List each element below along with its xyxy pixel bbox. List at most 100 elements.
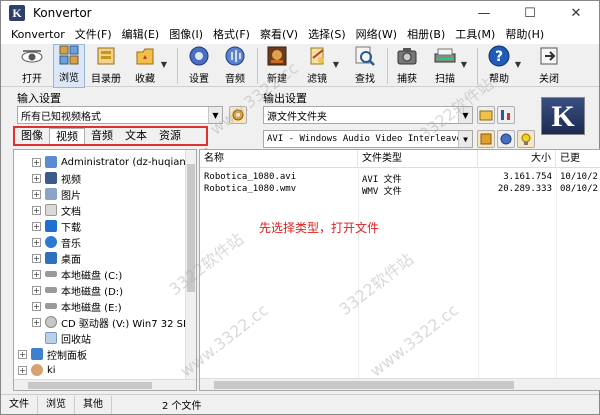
expand-icon[interactable]: + bbox=[32, 157, 41, 167]
tree-item[interactable]: + 本地磁盘 (D:) bbox=[32, 282, 123, 298]
column-type[interactable]: 文件类型 bbox=[358, 150, 478, 168]
capture-button[interactable]: 捕获 bbox=[393, 44, 421, 88]
tree-item[interactable]: + 音乐 bbox=[32, 234, 81, 250]
codec-options-button[interactable] bbox=[477, 130, 495, 148]
expand-icon[interactable]: + bbox=[32, 237, 41, 247]
filter-dropdown-arrow[interactable]: ▼ bbox=[333, 60, 339, 69]
expand-icon[interactable]: + bbox=[18, 349, 27, 359]
menu-edit[interactable]: 编辑(E) bbox=[122, 26, 160, 42]
status-tab-browse[interactable]: 浏览 bbox=[38, 395, 75, 414]
find-button[interactable]: 查找 bbox=[351, 44, 379, 88]
audio-button[interactable]: 音频 bbox=[221, 44, 249, 88]
output-folder-pick-button[interactable] bbox=[497, 106, 515, 124]
table-row[interactable]: Robotica_1080.avi AVI 文件 3.161.754 10/10… bbox=[200, 172, 600, 185]
tree-item[interactable]: + 本地磁盘 (E:) bbox=[32, 298, 122, 314]
menu-select[interactable]: 选择(S) bbox=[308, 26, 346, 42]
maximize-button[interactable]: ☐ bbox=[507, 1, 553, 25]
help-button[interactable]: ? 帮助 ▼ bbox=[485, 44, 521, 88]
expand-icon[interactable]: + bbox=[32, 253, 41, 263]
tree-item[interactable]: + 文档 bbox=[32, 202, 81, 218]
file-list-horizontal-scrollbar[interactable] bbox=[200, 378, 600, 390]
tab-video[interactable]: 视频 bbox=[49, 128, 85, 144]
tab-image[interactable]: 图像 bbox=[15, 128, 49, 144]
exit-button[interactable]: 关闭 bbox=[535, 44, 563, 88]
menu-image[interactable]: 图像(I) bbox=[169, 26, 203, 42]
tree-item[interactable]: 回收站 bbox=[32, 330, 91, 346]
menu-view[interactable]: 察看(V) bbox=[260, 26, 298, 42]
column-modified[interactable]: 已更 bbox=[556, 150, 600, 168]
tree-item[interactable]: + 图片 bbox=[32, 186, 81, 202]
bulb-icon bbox=[521, 133, 531, 145]
search-icon bbox=[353, 44, 377, 68]
settings-button[interactable]: 设置 bbox=[185, 44, 213, 88]
minimize-button[interactable]: — bbox=[461, 1, 507, 25]
status-tab-other[interactable]: 其他 bbox=[75, 395, 112, 414]
expand-icon[interactable]: + bbox=[32, 221, 41, 231]
hard-drive-icon bbox=[45, 271, 57, 277]
input-format-select[interactable]: 所有已知视频格式 ▼ bbox=[17, 106, 223, 124]
user-icon bbox=[31, 364, 43, 376]
expand-icon[interactable]: + bbox=[32, 301, 41, 311]
status-tab-files[interactable]: 文件 bbox=[1, 395, 38, 414]
menu-file[interactable]: 文件(F) bbox=[75, 26, 112, 42]
catalog-button[interactable]: 目录册 bbox=[89, 44, 123, 88]
table-row[interactable]: Robotica_1080.wmv WMV 文件 20.289.333 08/1… bbox=[200, 184, 600, 197]
scrollbar-thumb[interactable] bbox=[187, 164, 195, 292]
expand-icon[interactable]: + bbox=[32, 205, 41, 215]
tree-item[interactable]: + CD 驱动器 (V:) Win7 32 SP1 bbox=[32, 314, 195, 330]
menu-format[interactable]: 格式(F) bbox=[213, 26, 250, 42]
input-options-button[interactable] bbox=[229, 106, 247, 124]
new-button[interactable]: 新建 bbox=[263, 44, 291, 88]
tree-horizontal-scrollbar[interactable] bbox=[14, 379, 196, 390]
expand-icon[interactable]: + bbox=[32, 173, 41, 183]
annotation-note: 先选择类型，打开文件 bbox=[259, 221, 380, 235]
expand-icon[interactable]: + bbox=[32, 285, 41, 295]
tree-item[interactable]: + 本地磁盘 (C:) bbox=[32, 266, 122, 282]
tree-item[interactable]: + 桌面 bbox=[32, 250, 81, 266]
hard-drive-icon bbox=[45, 287, 57, 293]
expand-icon[interactable]: + bbox=[32, 269, 41, 279]
favorites-dropdown-arrow[interactable]: ▼ bbox=[161, 60, 167, 69]
tree-item[interactable]: + 下载 bbox=[32, 218, 81, 234]
menu-konvertor[interactable]: Konvertor bbox=[11, 28, 65, 41]
menu-album[interactable]: 相册(B) bbox=[407, 26, 445, 42]
favorites-button[interactable]: 收藏 ▼ bbox=[131, 44, 167, 88]
tab-text[interactable]: 文本 bbox=[119, 128, 153, 144]
output-folder-select[interactable]: 源文件文件夹 ▼ bbox=[263, 106, 473, 124]
browse-button[interactable]: 浏览 bbox=[53, 44, 85, 88]
menu-network[interactable]: 网络(W) bbox=[356, 26, 397, 42]
folder-tree[interactable]: + Administrator (dz-huqiang + 视频 + 图片 + … bbox=[13, 149, 197, 391]
expand-icon[interactable]: + bbox=[32, 189, 41, 199]
open-button[interactable]: 打开 bbox=[15, 44, 49, 88]
column-size[interactable]: 大小 bbox=[478, 150, 556, 168]
column-name[interactable]: 名称 bbox=[200, 150, 358, 168]
favorites-icon bbox=[133, 44, 157, 68]
tree-item[interactable]: + 控制面板 bbox=[18, 346, 87, 362]
tree-item[interactable]: + Administrator (dz-huqiang bbox=[32, 154, 192, 170]
tree-vertical-scrollbar[interactable] bbox=[185, 150, 196, 390]
menu-help[interactable]: 帮助(H) bbox=[505, 26, 544, 42]
hard-drive-icon bbox=[45, 303, 57, 309]
options-icon bbox=[480, 133, 492, 145]
help-dropdown-arrow[interactable]: ▼ bbox=[515, 60, 521, 69]
scrollbar-thumb[interactable] bbox=[28, 382, 152, 389]
menu-tools[interactable]: 工具(M) bbox=[455, 26, 495, 42]
output-folder-browse-button[interactable] bbox=[477, 106, 495, 124]
codec-settings-button[interactable] bbox=[497, 130, 515, 148]
scan-dropdown-arrow[interactable]: ▼ bbox=[461, 60, 467, 69]
filter-button[interactable]: 滤镜 ▼ bbox=[303, 44, 339, 88]
tab-resources[interactable]: 资源 bbox=[153, 128, 187, 144]
file-count: 2 个文件 bbox=[162, 401, 202, 412]
gear-icon bbox=[500, 133, 512, 145]
close-button[interactable]: ✕ bbox=[553, 1, 599, 25]
expand-icon[interactable]: + bbox=[18, 365, 27, 375]
scan-button[interactable]: 扫描 ▼ bbox=[431, 44, 467, 88]
tree-item[interactable]: + 视频 bbox=[32, 170, 81, 186]
file-list[interactable]: 名称 文件类型 大小 已更 Robotica_1080.avi AVI 文件 3… bbox=[199, 149, 600, 391]
audio-gear-icon bbox=[223, 44, 247, 68]
scrollbar-thumb[interactable] bbox=[214, 381, 514, 389]
tab-audio[interactable]: 音频 bbox=[85, 128, 119, 144]
tree-item[interactable]: + ki bbox=[18, 362, 56, 378]
codec-info-button[interactable] bbox=[517, 130, 535, 148]
expand-icon[interactable]: + bbox=[32, 317, 41, 327]
